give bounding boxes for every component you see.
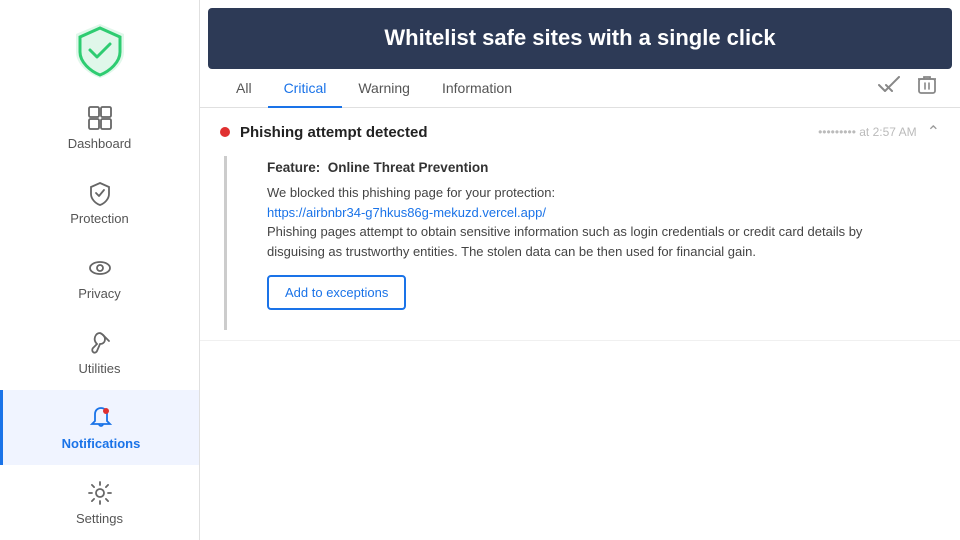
tab-information[interactable]: Information (426, 70, 528, 108)
delete-all-icon[interactable] (914, 71, 940, 99)
tooltip-banner: Whitelist safe sites with a single click (208, 8, 952, 69)
sidebar-item-settings[interactable]: Settings (0, 465, 199, 540)
tab-warning[interactable]: Warning (342, 70, 426, 108)
notification-body: Feature: Online Threat Prevention We blo… (224, 156, 940, 330)
app-logo (70, 20, 130, 80)
eye-icon (86, 254, 114, 282)
sidebar-item-notifications[interactable]: Notifications (0, 390, 199, 465)
notification-source: ••••••••• at 2:57 AM (818, 125, 917, 139)
sidebar-item-label-privacy: Privacy (78, 286, 121, 301)
feature-value: Online Threat Prevention (328, 160, 489, 175)
sidebar-item-protection[interactable]: Protection (0, 165, 199, 240)
sidebar-nav: Dashboard Protection (0, 90, 199, 540)
notification-url: https://airbnbr34-g7hkus86g-mekuzd.verce… (267, 205, 546, 220)
notifications-list: Phishing attempt detected ••••••••• at 2… (200, 108, 960, 540)
notification-feature: Feature: Online Threat Prevention (267, 160, 920, 175)
notification-title: Phishing attempt detected (240, 124, 810, 141)
sidebar-item-dashboard[interactable]: Dashboard (0, 90, 199, 165)
sidebar-item-label-protection: Protection (70, 211, 129, 226)
sidebar-item-utilities[interactable]: Utilities (0, 315, 199, 390)
tab-critical[interactable]: Critical (268, 70, 343, 108)
tab-all[interactable]: All (220, 70, 268, 108)
tooltip-text: Whitelist safe sites with a single click (384, 25, 775, 50)
sidebar-item-label-dashboard: Dashboard (68, 136, 132, 151)
bell-icon (87, 404, 115, 432)
main-content: Whitelist safe sites with a single click… (200, 0, 960, 540)
add-exceptions-button[interactable]: Add to exceptions (267, 275, 406, 310)
dashboard-icon (86, 104, 114, 132)
sidebar: Dashboard Protection (0, 0, 200, 540)
gear-icon (86, 479, 114, 507)
feature-label: Feature: (267, 160, 320, 175)
sidebar-item-privacy[interactable]: Privacy (0, 240, 199, 315)
notification-dot (220, 127, 230, 137)
notification-header[interactable]: Phishing attempt detected ••••••••• at 2… (200, 108, 960, 156)
sidebar-item-label-notifications: Notifications (62, 436, 141, 451)
app-container: Dashboard Protection (0, 0, 960, 540)
tab-actions (874, 71, 940, 107)
utilities-icon (86, 329, 114, 357)
shield-icon (86, 179, 114, 207)
chevron-up-icon: ⌃ (927, 122, 940, 142)
sidebar-item-label-utilities: Utilities (79, 361, 121, 376)
sidebar-item-label-settings: Settings (76, 511, 123, 526)
notification-description: We blocked this phishing page for your p… (267, 183, 920, 261)
notification-item: Phishing attempt detected ••••••••• at 2… (200, 108, 960, 341)
mark-all-read-icon[interactable] (874, 72, 904, 98)
